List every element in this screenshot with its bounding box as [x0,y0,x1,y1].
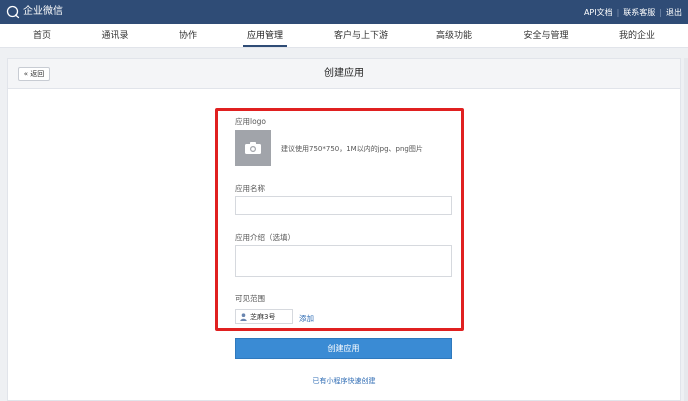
form-highlight-box [215,108,464,331]
top-link-separator: | [616,7,620,17]
nav-item-customers[interactable]: 客户与上下游 [334,24,388,48]
create-app-button[interactable]: 创建应用 [235,338,452,359]
main-nav: 首页 通讯录 协作 应用管理 客户与上下游 高级功能 安全与管理 我的企业 [0,24,688,48]
api-docs-link[interactable]: API文档 [584,7,613,18]
mini-program-create-link[interactable]: 已有小程序快速创建 [0,376,688,386]
nav-item-contacts[interactable]: 通讯录 [101,24,128,48]
chat-bubble-icon [6,5,20,19]
top-bar: 企业微信 API文档 | 联系客服 | 退出 [0,0,688,24]
nav-item-home[interactable]: 首页 [33,24,51,48]
logout-link[interactable]: 退出 [666,7,682,18]
nav-item-security[interactable]: 安全与管理 [523,24,568,48]
top-link-separator: | [659,7,662,17]
contact-support-link[interactable]: 联系客服 [623,7,655,18]
top-links: API文档 | 联系客服 | 退出 [584,0,682,24]
nav-active-indicator [243,45,287,47]
nav-item-advanced[interactable]: 高级功能 [436,24,472,48]
page-scrollbar[interactable] [684,58,688,401]
nav-item-collaboration[interactable]: 协作 [179,24,197,48]
back-button[interactable]: « 返回 [18,67,50,81]
panel-header: 创建应用 « 返回 [8,59,680,89]
nav-item-my-enterprise[interactable]: 我的企业 [619,24,655,48]
app-logo[interactable]: 企业微信 [6,4,63,20]
page-title: 创建应用 [324,68,364,79]
app-name: 企业微信 [23,6,63,17]
